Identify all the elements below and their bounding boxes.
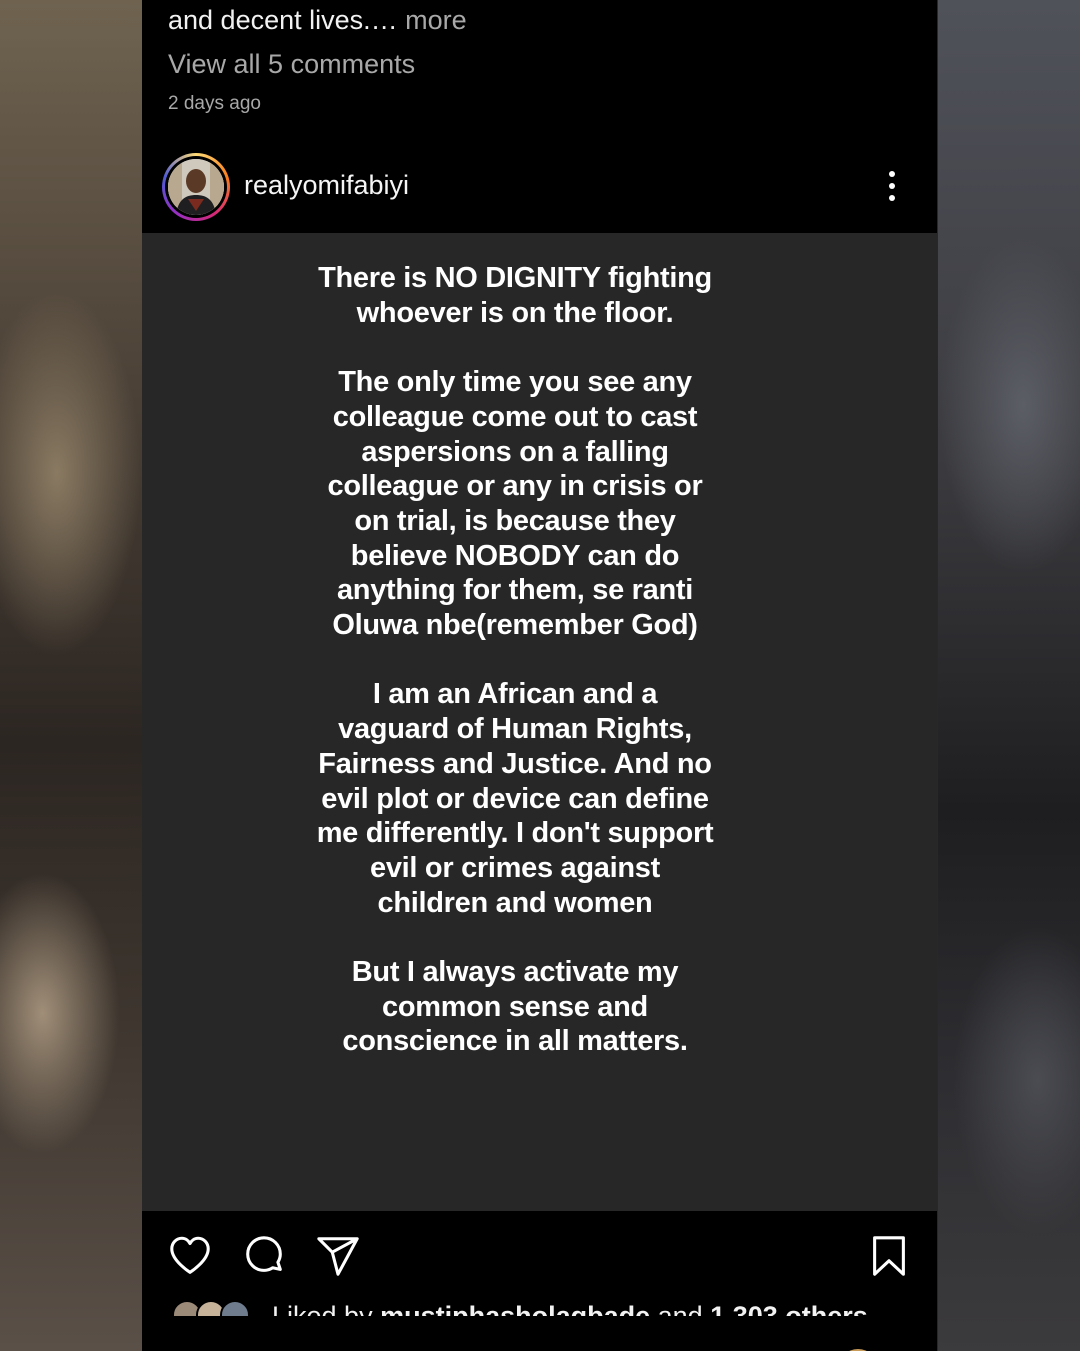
post-paragraph: But I always activate my common sense an… (342, 956, 688, 1058)
heart-icon[interactable] (167, 1233, 213, 1279)
liked-by-and: and (650, 1301, 711, 1316)
post-username[interactable]: realyomifabiyi (244, 168, 409, 202)
post-text-image[interactable]: There is NO DIGNITY fighting whoever is … (142, 233, 937, 1211)
paper-plane-icon[interactable] (315, 1233, 361, 1279)
liked-by-row[interactable]: Liked by mustiphasholagbade and 1,303 ot… (168, 1298, 928, 1316)
profile-avatar-icon[interactable] (836, 1337, 880, 1351)
reels-icon[interactable] (516, 1337, 560, 1351)
previous-post-caption: and decent lives.… more (168, 4, 467, 36)
liked-by-user[interactable]: mustiphasholagbade (380, 1301, 650, 1316)
post-action-bar (142, 1211, 937, 1301)
bookmark-icon[interactable] (866, 1233, 912, 1279)
liked-by-others[interactable]: 1,303 others (710, 1301, 868, 1316)
search-icon[interactable] (356, 1337, 400, 1351)
avatar (220, 1300, 250, 1316)
story-ring[interactable] (162, 153, 230, 221)
liked-by-prefix: Liked by (272, 1301, 381, 1316)
avatar (168, 159, 224, 215)
instagram-feed: and decent lives.… more View all 5 comme… (142, 0, 937, 1351)
caption-text: and decent lives. (168, 5, 371, 35)
blurred-backdrop-left (0, 0, 142, 1351)
post-timestamp: 2 days ago (168, 93, 261, 114)
caption-more-link[interactable]: more (398, 5, 467, 35)
comment-bubble-icon[interactable] (241, 1233, 287, 1279)
caption-ellipsis: … (370, 5, 398, 35)
view-all-comments-link[interactable]: View all 5 comments (168, 48, 415, 80)
activity-heart-icon[interactable] (676, 1337, 720, 1351)
bottom-nav-bar (142, 1325, 937, 1351)
post-header: realyomifabiyi (142, 140, 937, 233)
liked-by-text: Liked by mustiphasholagbade and 1,303 ot… (272, 1300, 868, 1316)
post-text: There is NO DIGNITY fighting whoever is … (315, 261, 715, 1059)
home-icon[interactable] (200, 1337, 244, 1351)
kebab-menu-icon[interactable] (877, 168, 907, 204)
post-paragraph: I am an African and a vaguard of Human R… (316, 678, 714, 919)
post-paragraph: The only time you see any colleague come… (327, 366, 703, 642)
profile-photo-icon (168, 159, 224, 215)
blurred-backdrop-right (938, 0, 1080, 1351)
liked-by-avatars (172, 1300, 262, 1316)
post-paragraph: There is NO DIGNITY fighting whoever is … (318, 262, 712, 329)
